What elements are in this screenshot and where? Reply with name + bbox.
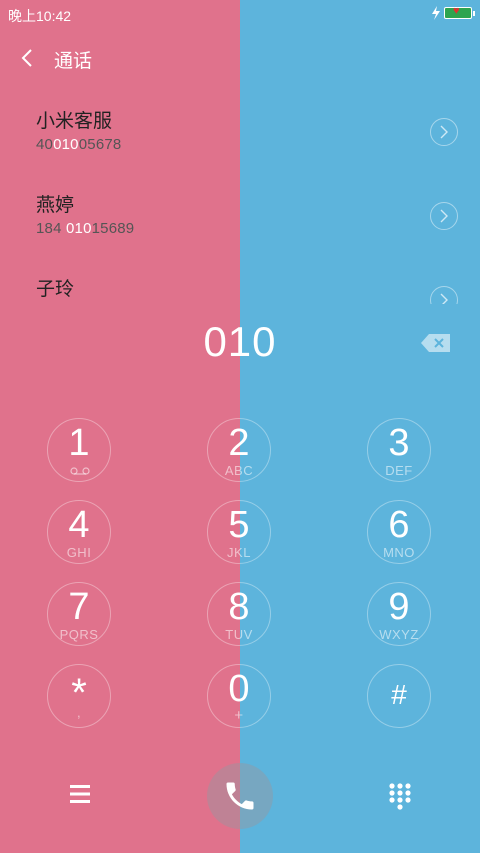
contact-detail-button[interactable] [430, 118, 458, 146]
chevron-right-icon [440, 293, 448, 304]
page-title: 通话 [54, 51, 93, 72]
contact-detail-button[interactable] [430, 286, 458, 304]
dialpad-icon[interactable] [388, 782, 412, 810]
backspace-icon[interactable] [420, 333, 452, 353]
key-1[interactable]: 1 [47, 418, 111, 482]
status-time: 晚上10:42 [8, 8, 72, 24]
status-bar: 晚上10:42 ♥ [0, 0, 480, 28]
contact-name: 子玲 [36, 279, 75, 300]
key-0[interactable]: 0 + [207, 664, 271, 728]
contact-item[interactable]: 燕婷 184 01015689 [0, 190, 480, 260]
header: 通话 [0, 40, 480, 76]
key-6[interactable]: 6 MNO [367, 500, 431, 564]
key-3[interactable]: 3 DEF [367, 418, 431, 482]
chevron-right-icon [440, 209, 448, 223]
contact-detail-button[interactable] [430, 202, 458, 230]
key-2[interactable]: 2 ABC [207, 418, 271, 482]
menu-icon[interactable] [68, 783, 92, 805]
key-4[interactable]: 4 GHI [47, 500, 111, 564]
contact-item[interactable]: 子玲 [0, 274, 480, 304]
key-8[interactable]: 8 TUV [207, 582, 271, 646]
key-7[interactable]: 7 PQRS [47, 582, 111, 646]
key-9[interactable]: 9 WXYZ [367, 582, 431, 646]
contact-name: 小米客服 [36, 111, 113, 132]
battery-icon: ♥ [444, 5, 475, 19]
charge-icon [432, 6, 440, 20]
back-icon[interactable] [18, 48, 38, 68]
contact-number: 184 01015689 [36, 220, 135, 237]
voicemail-icon [70, 467, 90, 475]
phone-icon [226, 782, 254, 810]
dialed-number: 010 [203, 318, 277, 365]
contact-item[interactable]: 小米客服 4001005678 [0, 106, 480, 176]
call-button[interactable] [207, 763, 273, 829]
chevron-right-icon [440, 125, 448, 139]
key-star[interactable]: * , [47, 664, 111, 728]
contact-number: 4001005678 [36, 136, 122, 153]
contact-name: 燕婷 [36, 195, 75, 216]
key-hash[interactable]: # [367, 664, 431, 728]
key-5[interactable]: 5 JKL [207, 500, 271, 564]
